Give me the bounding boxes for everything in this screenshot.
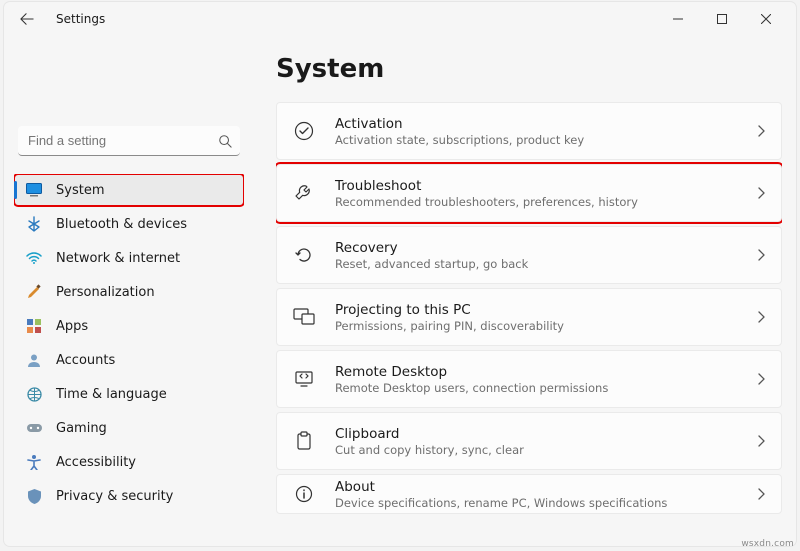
sidebar-item-network[interactable]: Network & internet <box>14 242 244 274</box>
card-troubleshoot[interactable]: Troubleshoot Recommended troubleshooters… <box>276 164 782 222</box>
search-input[interactable] <box>18 126 240 156</box>
sidebar-item-personalization[interactable]: Personalization <box>14 276 244 308</box>
minimize-icon <box>673 14 683 24</box>
sidebar-item-label: Gaming <box>56 421 107 436</box>
activation-icon <box>287 114 321 148</box>
main-pane: System Activation Activation state, subs… <box>254 36 796 546</box>
chevron-right-icon <box>757 435 765 447</box>
card-subtitle: Recommended troubleshooters, preferences… <box>335 195 757 209</box>
sidebar-item-label: Apps <box>56 319 88 334</box>
card-subtitle: Cut and copy history, sync, clear <box>335 443 757 457</box>
search-field[interactable] <box>18 126 240 156</box>
sidebar-item-time-language[interactable]: Time & language <box>14 378 244 410</box>
card-subtitle: Remote Desktop users, connection permiss… <box>335 381 757 395</box>
wifi-icon <box>24 248 44 268</box>
back-button[interactable] <box>12 4 42 34</box>
gamepad-icon <box>24 418 44 438</box>
card-recovery[interactable]: Recovery Reset, advanced startup, go bac… <box>276 226 782 284</box>
about-icon <box>287 477 321 511</box>
sidebar-item-accounts[interactable]: Accounts <box>14 344 244 376</box>
recovery-icon <box>287 238 321 272</box>
app-title: Settings <box>56 12 105 26</box>
card-text: Recovery Reset, advanced startup, go bac… <box>335 240 757 271</box>
globe-clock-icon <box>24 384 44 404</box>
arrow-left-icon <box>20 12 34 26</box>
page-title: System <box>276 54 782 84</box>
card-text: Clipboard Cut and copy history, sync, cl… <box>335 426 757 457</box>
body: System Bluetooth & devices Network & int… <box>4 36 796 546</box>
card-clipboard[interactable]: Clipboard Cut and copy history, sync, cl… <box>276 412 782 470</box>
card-text: About Device specifications, rename PC, … <box>335 479 757 510</box>
card-title: Projecting to this PC <box>335 302 757 318</box>
watermark: wsxdn.com <box>741 539 794 549</box>
card-title: Activation <box>335 116 757 132</box>
nav-list: System Bluetooth & devices Network & int… <box>14 174 244 512</box>
sidebar-item-label: Personalization <box>56 285 155 300</box>
card-title: Recovery <box>335 240 757 256</box>
card-subtitle: Activation state, subscriptions, product… <box>335 133 757 147</box>
sidebar-item-apps[interactable]: Apps <box>14 310 244 342</box>
accessibility-icon <box>24 452 44 472</box>
card-remote-desktop[interactable]: Remote Desktop Remote Desktop users, con… <box>276 350 782 408</box>
paintbrush-icon <box>24 282 44 302</box>
close-icon <box>761 14 771 24</box>
sidebar-item-label: Accounts <box>56 353 115 368</box>
card-subtitle: Permissions, pairing PIN, discoverabilit… <box>335 319 757 333</box>
card-subtitle: Reset, advanced startup, go back <box>335 257 757 271</box>
apps-icon <box>24 316 44 336</box>
sidebar-item-system[interactable]: System <box>14 174 244 206</box>
shield-icon <box>24 486 44 506</box>
sidebar-item-label: Bluetooth & devices <box>56 217 187 232</box>
minimize-button[interactable] <box>656 4 700 34</box>
sidebar: System Bluetooth & devices Network & int… <box>4 36 254 546</box>
system-icon <box>24 180 44 200</box>
maximize-button[interactable] <box>700 4 744 34</box>
sidebar-item-accessibility[interactable]: Accessibility <box>14 446 244 478</box>
projecting-icon <box>287 300 321 334</box>
chevron-right-icon <box>757 125 765 137</box>
chevron-right-icon <box>757 187 765 199</box>
sidebar-item-label: Privacy & security <box>56 489 173 504</box>
maximize-icon <box>717 14 727 24</box>
card-text: Remote Desktop Remote Desktop users, con… <box>335 364 757 395</box>
search-icon <box>218 134 232 148</box>
card-text: Projecting to this PC Permissions, pairi… <box>335 302 757 333</box>
card-activation[interactable]: Activation Activation state, subscriptio… <box>276 102 782 160</box>
titlebar: Settings <box>4 2 796 36</box>
troubleshoot-icon <box>287 176 321 210</box>
sidebar-item-gaming[interactable]: Gaming <box>14 412 244 444</box>
card-title: Troubleshoot <box>335 178 757 194</box>
card-title: Clipboard <box>335 426 757 442</box>
sidebar-item-label: Network & internet <box>56 251 180 266</box>
accounts-icon <box>24 350 44 370</box>
card-title: Remote Desktop <box>335 364 757 380</box>
card-projecting[interactable]: Projecting to this PC Permissions, pairi… <box>276 288 782 346</box>
chevron-right-icon <box>757 373 765 385</box>
card-title: About <box>335 479 757 495</box>
chevron-right-icon <box>757 488 765 500</box>
remote-desktop-icon <box>287 362 321 396</box>
sidebar-item-bluetooth[interactable]: Bluetooth & devices <box>14 208 244 240</box>
close-button[interactable] <box>744 4 788 34</box>
card-about[interactable]: About Device specifications, rename PC, … <box>276 474 782 514</box>
settings-window: Settings <box>4 2 796 546</box>
card-subtitle: Device specifications, rename PC, Window… <box>335 496 757 510</box>
window-controls <box>656 4 788 34</box>
settings-cards: Activation Activation state, subscriptio… <box>276 102 782 514</box>
card-text: Activation Activation state, subscriptio… <box>335 116 757 147</box>
chevron-right-icon <box>757 249 765 261</box>
sidebar-item-label: System <box>56 183 104 198</box>
bluetooth-icon <box>24 214 44 234</box>
clipboard-icon <box>287 424 321 458</box>
sidebar-item-privacy[interactable]: Privacy & security <box>14 480 244 512</box>
sidebar-item-label: Time & language <box>56 387 167 402</box>
chevron-right-icon <box>757 311 765 323</box>
card-text: Troubleshoot Recommended troubleshooters… <box>335 178 757 209</box>
sidebar-item-label: Accessibility <box>56 455 136 470</box>
